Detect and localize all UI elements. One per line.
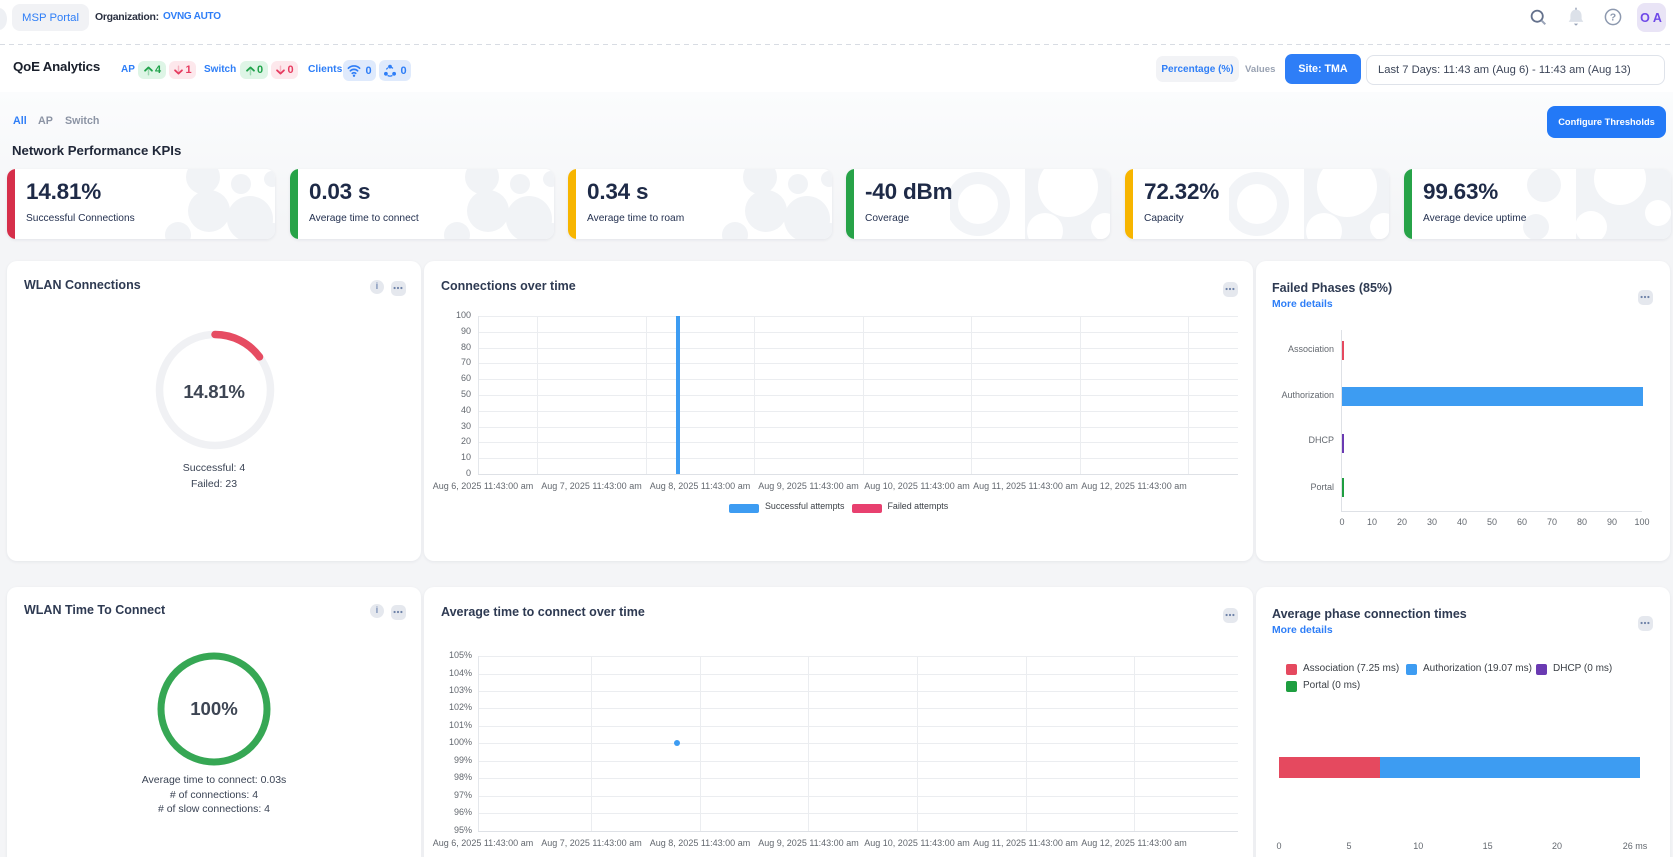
- svg-text:?: ?: [1610, 12, 1616, 24]
